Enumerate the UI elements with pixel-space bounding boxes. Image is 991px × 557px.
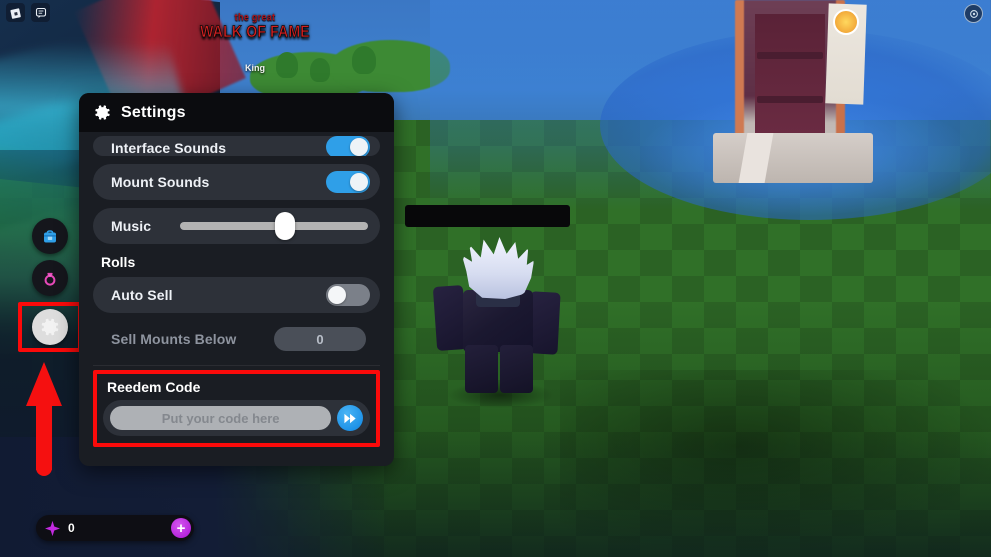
shop-base [713,133,873,183]
sparkle-icon [45,520,60,536]
sidebar-item-settings[interactable] [32,309,68,345]
redeem-code-submit-button[interactable] [337,405,363,431]
setting-row-interface-sounds[interactable]: Interface Sounds [93,136,380,156]
roblox-logo-icon[interactable] [6,3,25,22]
settings-button-highlight-group [18,302,82,352]
slider-track [180,222,368,230]
camera-icon[interactable] [964,4,983,23]
settings-panel: Settings Interface Sounds Mount Sounds M… [79,93,394,466]
setting-label-mount-sounds: Mount Sounds [111,174,210,190]
setting-row-music[interactable]: Music [93,208,380,244]
setting-label-music: Music [111,218,152,234]
toggle-interface-sounds[interactable] [326,136,370,156]
avatar-leg-left [465,345,498,393]
divider [93,365,380,366]
setting-label-auto-sell: Auto Sell [111,287,173,303]
backpack-icon [44,230,56,243]
left-sidebar [18,218,82,352]
redeem-code-section-highlight: Reedem Code [93,370,380,447]
setting-label-sell-mounts-below: Sell Mounts Below [111,331,237,347]
settings-panel-title: Settings [121,103,186,121]
section-label-rolls: Rolls [101,254,136,270]
avatar-leg-right [500,345,533,393]
toggle-auto-sell[interactable] [326,284,370,306]
shop-shelf-1 [757,52,823,59]
sidebar-item-inventory[interactable] [32,218,68,254]
currency-bar[interactable]: 0 + [36,515,194,541]
toggle-knob [328,286,346,304]
settings-panel-body: Interface Sounds Mount Sounds Music Roll… [79,132,394,466]
currency-amount: 0 [68,521,75,535]
poster-sun-icon [833,9,859,35]
toggle-mount-sounds[interactable] [326,171,370,193]
slider-thumb[interactable] [275,212,296,240]
fast-forward-icon [344,413,356,423]
setting-row-sell-mounts-below: Sell Mounts Below 0 [93,321,380,357]
shop-interior [755,14,825,134]
number-input-sell-mounts-below[interactable]: 0 [274,327,366,351]
gear-icon [41,318,59,336]
slider-music[interactable] [180,212,368,240]
setting-label-interface-sounds: Interface Sounds [111,140,227,156]
avatar-nametag [405,205,570,227]
top-left-hud [6,3,50,22]
ring-icon [44,272,56,286]
setting-row-mount-sounds[interactable]: Mount Sounds [93,164,380,200]
redeem-code-row [103,400,370,436]
setting-row-auto-sell[interactable]: Auto Sell [93,277,380,313]
redeem-code-label: Reedem Code [107,379,201,395]
toggle-knob [350,138,368,156]
tree-3 [352,46,376,74]
gear-icon [95,105,110,120]
redeem-code-input[interactable] [110,406,332,430]
toggle-knob [350,173,368,191]
settings-panel-header: Settings [79,93,394,132]
shop-shelf-2 [757,96,823,103]
chat-icon[interactable] [31,3,50,22]
player-name-label: King [245,63,265,73]
sidebar-item-rings[interactable] [32,260,68,296]
game-screen: the great WALK OF FAME King 0 + Settings… [0,0,991,557]
currency-add-button[interactable]: + [171,518,191,538]
red-up-arrow [26,362,62,477]
